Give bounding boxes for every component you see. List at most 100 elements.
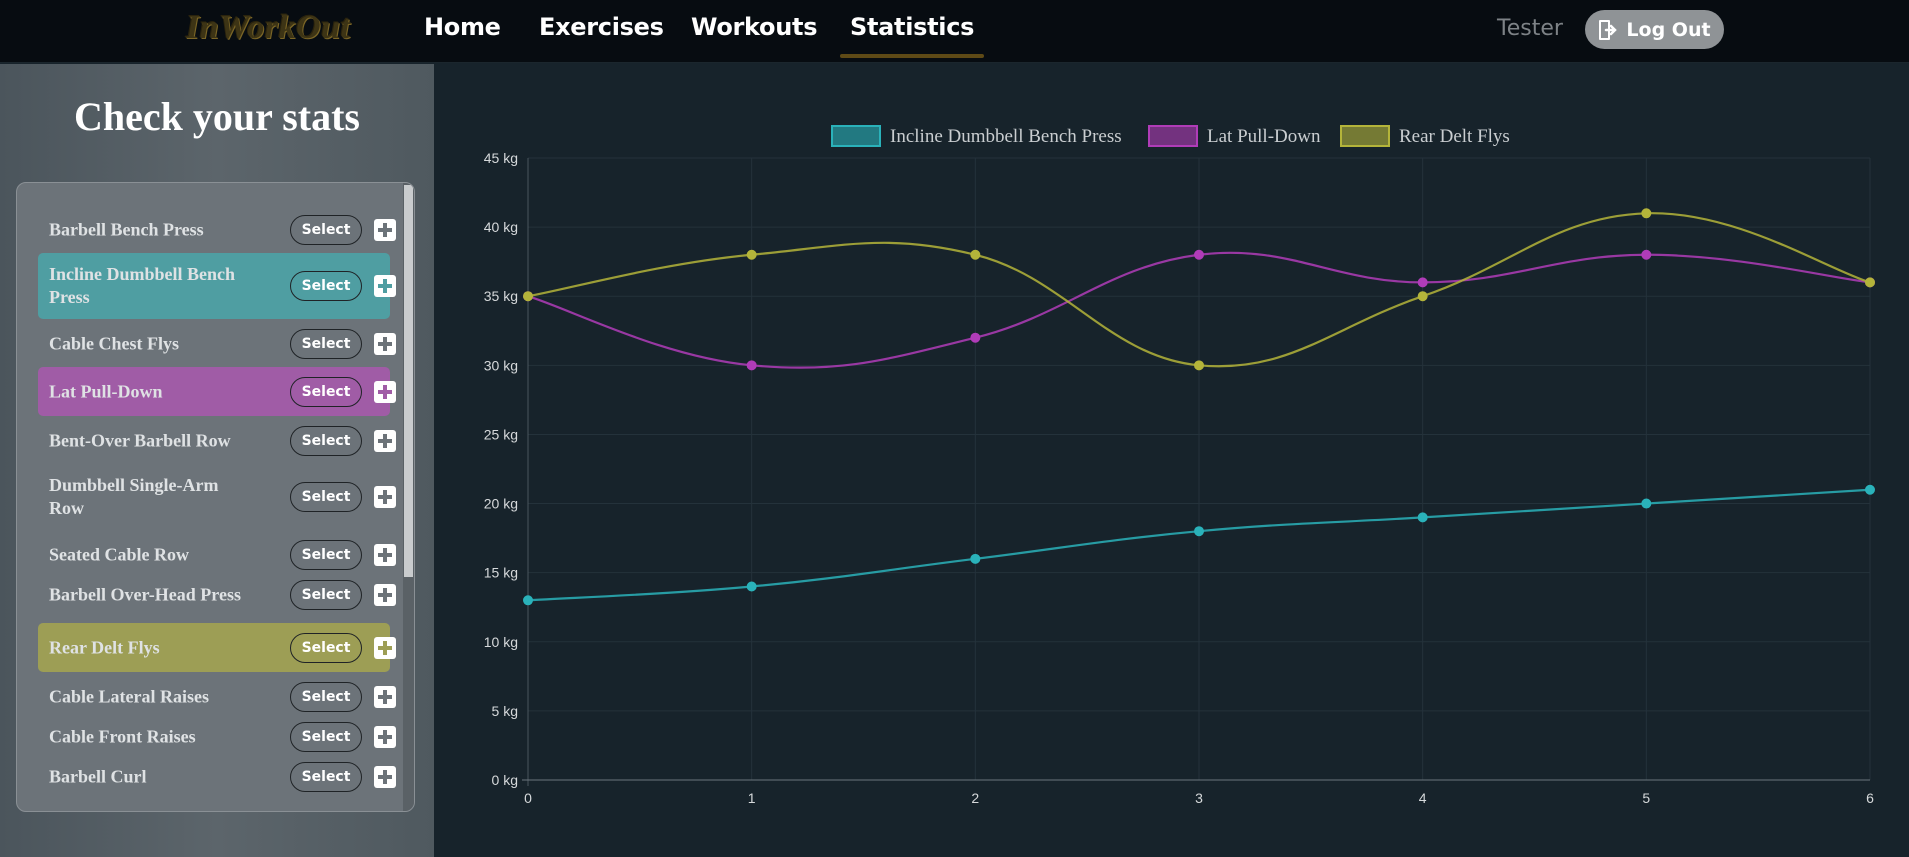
y-tick-label: 40 kg [484,219,518,235]
data-point [523,291,533,302]
exercise-label: Cable Chest Flys [49,333,179,354]
exercise-item[interactable]: Cable Front Raises Select [38,720,396,754]
nav-exercises[interactable]: Exercises [539,13,664,55]
data-point [970,332,981,343]
legend-swatch [1340,125,1390,147]
data-point [1194,249,1204,260]
x-tick-label: 0 [524,790,532,806]
select-button[interactable]: Select [290,540,362,570]
exercise-item[interactable]: Barbell Over-Head Press Select [38,578,396,612]
exercise-item[interactable]: Cable Lateral Raises Select [38,680,396,714]
exercise-label: Barbell Curl [49,766,147,787]
exercise-item[interactable]: Rear Delt Flys Select [38,623,396,672]
exercise-item[interactable]: Barbell Bench Press Select [38,213,396,247]
select-button[interactable]: Select [290,215,362,245]
plus-icon[interactable] [374,766,396,788]
exercise-label: Rear Delt Flys [49,637,160,657]
plus-icon[interactable] [374,486,396,508]
data-point [1641,249,1652,260]
data-point [1417,277,1428,288]
data-point [970,249,981,260]
plus-icon[interactable] [374,686,396,708]
exercise-item[interactable]: Lat Pull-Down Select [38,367,396,416]
select-button[interactable]: Select [290,482,362,512]
y-tick-label: 0 kg [492,772,518,788]
y-tick-label: 5 kg [492,703,518,719]
select-button[interactable]: Select [290,762,362,792]
plus-icon[interactable] [374,430,396,452]
stats-chart: 0 kg 5 kg 10 kg 15 kg 20 kg 25 kg 30 kg 35 kg 40… [435,64,1909,857]
data-point [1865,277,1875,288]
select-button[interactable]: Select [290,376,362,407]
select-button[interactable]: Select [290,632,362,663]
data-point [1417,512,1428,523]
y-tick-label: 35 kg [484,288,518,304]
plus-icon[interactable] [374,584,396,606]
logout-label: Log Out [1626,18,1711,41]
exercise-label: Incline Dumbbell Bench Press [49,264,236,307]
x-tick-label: 1 [748,790,756,806]
username-label: Tester [1497,16,1563,41]
x-tick-label: 5 [1642,790,1650,806]
data-point [1417,291,1428,302]
legend-swatch [1148,125,1198,147]
x-tick-label: 4 [1419,790,1427,806]
exercise-label: Cable Lateral Raises [49,686,209,707]
exercise-item[interactable]: Seated Cable Row Select [38,538,396,572]
legend-label: Rear Delt Flys [1399,126,1510,147]
nav-workouts[interactable]: Workouts [691,13,818,55]
plus-icon[interactable] [374,333,396,355]
plus-icon[interactable] [374,380,396,403]
x-tick-label: 6 [1866,790,1874,806]
data-point [1641,208,1652,219]
nav-home[interactable]: Home [424,13,501,55]
plus-icon[interactable] [374,544,396,566]
x-tick-label: 2 [971,790,979,806]
exercise-label: Seated Cable Row [49,544,189,565]
plus-icon[interactable] [374,219,396,241]
exercise-label: Barbell Over-Head Press [49,584,241,605]
sidebar: Check your stats Barbell Bench Press Sele… [0,64,434,857]
select-button[interactable]: Select [290,426,362,456]
sidebar-title: Check your stats [74,94,360,139]
exercise-label: Lat Pull-Down [49,381,163,401]
y-tick-label: 45 kg [484,150,518,166]
select-button[interactable]: Select [290,271,362,301]
plus-icon[interactable] [374,636,396,659]
brand-logo[interactable]: InWorkOut [186,9,351,47]
exercise-item[interactable]: Cable Chest Flys Select [38,327,396,361]
data-point [1641,498,1652,509]
scrollbar-thumb[interactable] [404,185,413,577]
scrollbar-track[interactable] [403,183,414,811]
select-button[interactable]: Select [290,580,362,610]
nav-statistics[interactable]: Statistics [839,13,985,58]
plus-icon[interactable] [374,275,396,297]
select-button[interactable]: Select [290,722,362,752]
select-button[interactable]: Select [290,682,362,712]
legend-swatch [831,125,881,147]
exercise-label: Dumbbell Single-Arm Row [49,475,219,518]
data-point [1194,360,1204,371]
y-tick-label: 10 kg [484,634,518,650]
logout-button[interactable]: Log Out [1585,10,1724,49]
exercise-list[interactable]: Barbell Bench Press Select Incline Dumbbel… [16,182,415,812]
data-point [970,553,981,564]
legend-label: Incline Dumbbell Bench Press [890,126,1122,147]
logout-icon [1599,19,1618,40]
data-point [523,595,533,606]
exercise-label: Barbell Bench Press [49,219,204,240]
y-tick-label: 30 kg [484,357,518,373]
plus-icon[interactable] [374,726,396,748]
exercise-label: Bent-Over Barbell Row [49,430,231,451]
data-point [746,581,757,592]
data-point [746,360,757,371]
exercise-item[interactable]: Incline Dumbbell Bench Press Select [38,253,396,319]
select-button[interactable]: Select [290,329,362,359]
x-tick-label: 3 [1195,790,1203,806]
data-point [1865,484,1875,495]
y-tick-label: 15 kg [484,565,518,581]
exercise-item[interactable]: Dumbbell Single-Arm Row Select [38,464,396,530]
exercise-item[interactable]: Barbell Curl Select [38,760,396,794]
exercise-item[interactable]: Bent-Over Barbell Row Select [38,424,396,458]
legend-label: Lat Pull-Down [1207,126,1321,147]
